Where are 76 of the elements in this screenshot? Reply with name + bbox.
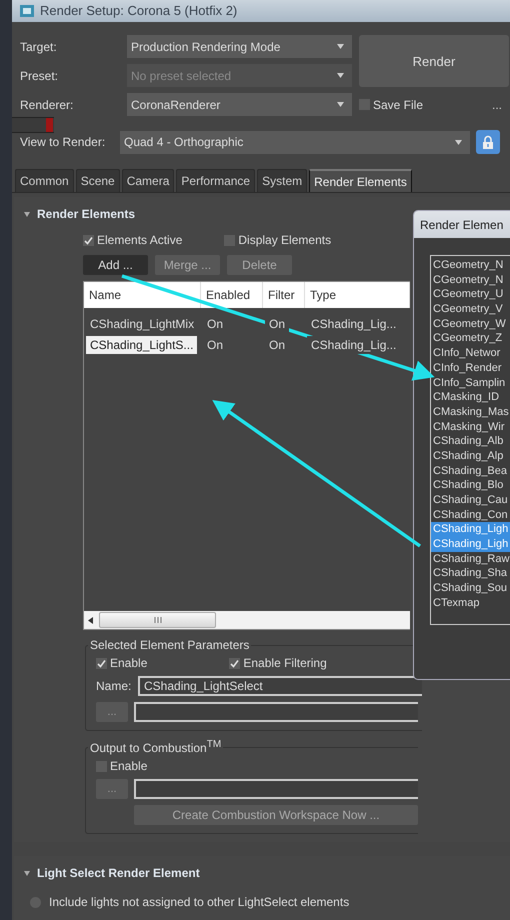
dropdown-caret-icon <box>337 102 344 107</box>
list-item[interactable]: CMasking_ID <box>431 390 510 405</box>
list-item[interactable]: CShading_Cau <box>431 493 510 508</box>
checkbox[interactable] <box>229 658 240 668</box>
tab[interactable]: System <box>257 169 308 192</box>
list-item[interactable]: CShading_Sha <box>431 566 510 582</box>
table-cell[interactable]: CShading_LightS... <box>86 336 198 354</box>
lock-icon <box>482 134 494 150</box>
list-item[interactable]: CShading_Raw <box>431 552 510 566</box>
field-label: Name: <box>96 679 132 693</box>
group-title: Selected Element Parameters <box>89 638 250 652</box>
checkbox-option[interactable]: Enable <box>96 759 418 773</box>
list-item[interactable]: CShading_Blo <box>431 478 510 493</box>
list-item[interactable]: CMasking_Mas <box>431 404 510 420</box>
list-item[interactable]: CShading_Bea <box>431 464 510 478</box>
checkbox-option[interactable]: Elements Active <box>83 233 182 247</box>
list-item[interactable]: CInfo_Samplin <box>431 376 510 390</box>
horizontal-scrollbar[interactable] <box>84 611 410 629</box>
name-field[interactable]: CShading_LightSelect <box>138 676 422 696</box>
dropdown-caret-icon <box>455 140 462 144</box>
tab[interactable]: Common <box>15 169 74 192</box>
render-button[interactable]: Render <box>359 35 509 87</box>
checkbox-option[interactable]: Display Elements <box>224 233 332 247</box>
more-button[interactable]: ... <box>492 98 502 112</box>
path-field[interactable] <box>134 702 418 722</box>
column-header[interactable]: Filter <box>263 282 305 308</box>
dropdown[interactable]: CoronaRenderer <box>127 93 352 116</box>
collapse-triangle-icon[interactable] <box>24 212 30 216</box>
grip-icon <box>154 617 162 623</box>
checkbox-option[interactable]: Enable Filtering <box>229 656 327 670</box>
lock-button[interactable] <box>476 130 500 154</box>
rollout-title: Render Elements <box>37 207 136 221</box>
dropdown-caret-icon <box>337 73 344 78</box>
list-item[interactable]: CShading_Alp <box>431 448 510 464</box>
list-item[interactable]: CGeometry_Z <box>431 331 510 346</box>
list-item[interactable]: CGeometry_U <box>431 287 510 302</box>
app-icon <box>20 5 34 17</box>
list-item[interactable]: CGeometry_N <box>431 258 510 273</box>
list-item[interactable]: CGeometry_N <box>431 272 510 288</box>
checkbox[interactable] <box>96 658 107 668</box>
rollout-title: Light Select Render Element <box>37 866 200 880</box>
field-label: View to Render: <box>20 135 106 149</box>
field-label: Preset: <box>20 68 60 82</box>
list-item[interactable]: CTexmap <box>431 596 510 610</box>
checkbox[interactable] <box>83 234 94 246</box>
list-item[interactable]: CShading_Sou <box>431 581 510 596</box>
list-item[interactable]: CMasking_Wir <box>431 420 510 434</box>
window-title: Render Setup: Corona 5 (Hotfix 2) <box>40 3 238 19</box>
checkbox[interactable] <box>359 99 370 110</box>
dropdown[interactable]: Quad 4 - Orthographic <box>120 130 470 154</box>
list-item[interactable]: CInfo_Render <box>431 360 510 376</box>
list-item[interactable]: CShading_Alb <box>431 434 510 449</box>
column-header[interactable]: Name <box>84 282 201 308</box>
group-title: Output to Combustion$^{TM}$ <box>89 739 222 755</box>
field-label: Renderer: <box>20 98 74 112</box>
list-item[interactable]: CShading_Con <box>431 508 510 522</box>
save-file-checkbox[interactable]: Save File <box>359 98 424 112</box>
column-header[interactable]: Enabled <box>201 282 263 308</box>
column-header[interactable]: Type <box>305 282 410 308</box>
dialog-title: Render Elemen <box>420 218 504 232</box>
dropdown-caret-icon <box>337 44 344 49</box>
checkbox-option[interactable]: Enable <box>96 656 148 670</box>
tab[interactable]: Scene <box>76 169 120 192</box>
list-item[interactable]: CGeometry_W <box>431 316 510 332</box>
field-label: Target: <box>20 40 58 54</box>
tab[interactable]: Camera <box>122 169 174 192</box>
tab[interactable]: Performance <box>176 169 256 192</box>
list-item[interactable]: CGeometry_V <box>431 302 510 317</box>
list-item[interactable]: CInfo_Networ <box>431 346 510 361</box>
tab[interactable]: Render Elements <box>309 169 412 192</box>
radio-option[interactable]: Include lights not assigned to other LightSelect elements <box>14 881 510 909</box>
scroll-left-arrow-icon[interactable] <box>88 616 93 624</box>
toolbar-button[interactable]: Add ... <box>83 255 148 275</box>
collapse-triangle-icon[interactable] <box>24 870 30 876</box>
dropdown[interactable]: Production Rendering Mode <box>127 35 352 58</box>
path-field[interactable] <box>134 779 418 799</box>
